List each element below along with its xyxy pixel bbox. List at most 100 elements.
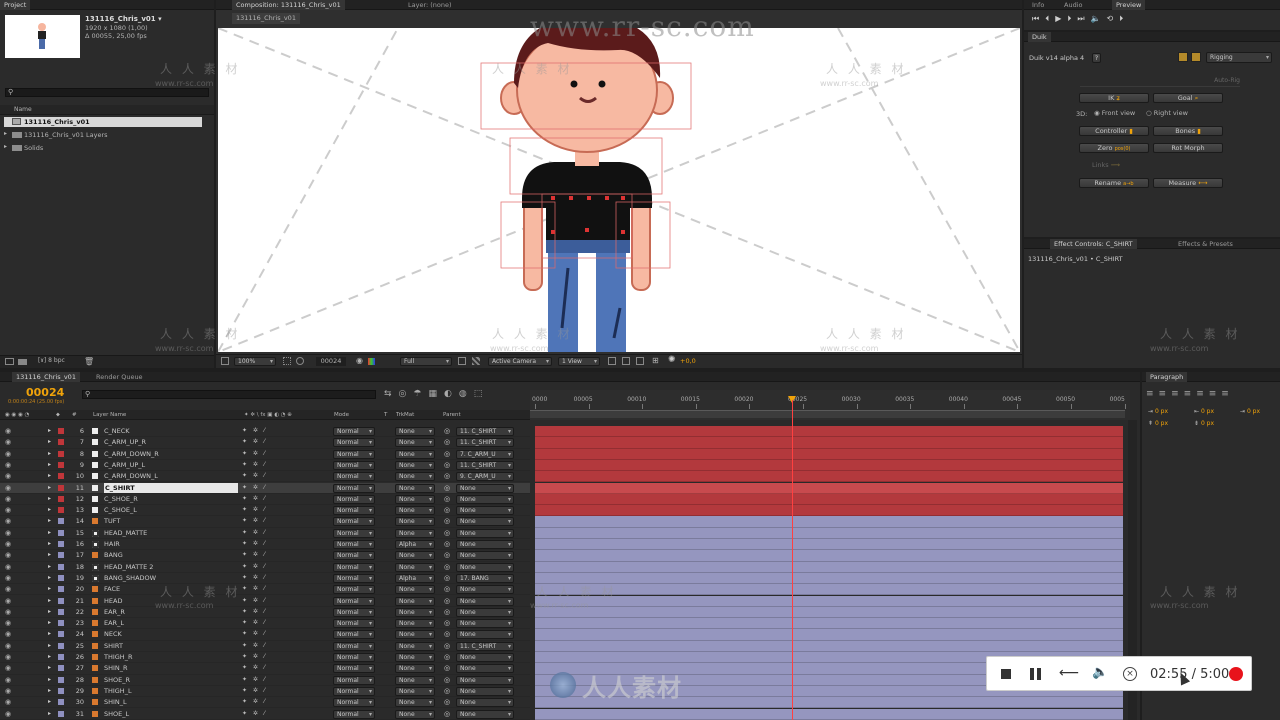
layer-duration-bar[interactable] — [535, 482, 1123, 494]
layer-name[interactable]: EAR_L — [104, 618, 238, 628]
layer-switches[interactable]: ✦ ✲ ⁄ — [242, 460, 267, 470]
label-color-chip[interactable] — [58, 631, 64, 638]
layer-switches[interactable]: ✦ ✲ ⁄ — [242, 449, 267, 459]
layer-switches[interactable]: ✦ ✲ ⁄ — [242, 528, 267, 538]
parent-select[interactable]: None — [456, 494, 514, 504]
layer-duration-bar[interactable] — [535, 629, 1123, 641]
new-folder-icon[interactable] — [18, 359, 27, 365]
trkmat-select[interactable]: None — [395, 427, 435, 436]
layer-name[interactable]: SHIRT — [104, 641, 238, 651]
layer-name[interactable]: NECK — [104, 629, 238, 639]
visibility-eye-icon[interactable]: ◉ — [5, 663, 11, 673]
chevron-right-icon[interactable]: ▸ — [48, 550, 51, 560]
label-color-chip[interactable] — [58, 563, 64, 570]
pickwhip-icon[interactable]: ◎ — [444, 709, 450, 719]
layer-row[interactable]: ◉ ▸ 23 EAR_L ✦ ✲ ⁄ Normal None ◎ None — [0, 618, 530, 630]
mode-select[interactable]: Normal — [333, 472, 375, 482]
last-frame-icon[interactable]: ⏭ — [1077, 14, 1090, 23]
layer-duration-bar[interactable] — [535, 561, 1123, 573]
pickwhip-icon[interactable]: ◎ — [444, 516, 450, 526]
label-color-chip[interactable] — [58, 439, 64, 446]
layer-row[interactable]: ◉ ▸ 10 C_ARM_DOWN_L ✦ ✲ ⁄ Normal None ◎ 9. C_ARM… — [0, 471, 530, 483]
mode-select[interactable]: Normal — [333, 506, 375, 516]
layer-name[interactable]: C_ARM_DOWN_R — [104, 449, 238, 459]
chevron-right-icon[interactable]: ▸ — [48, 607, 51, 617]
pickwhip-icon[interactable]: ◎ — [444, 663, 450, 673]
parent-select[interactable]: None — [456, 551, 514, 561]
time-ruler[interactable]: 0000 00005 00010 00015 00020 00025 00030 00035 0… — [530, 390, 1130, 420]
roi-icon[interactable] — [458, 357, 466, 365]
layer-row[interactable]: ◉ ▸ 6 C_NECK ✦ ✲ ⁄ Normal None ◎ 11. C_SHIRT — [0, 426, 530, 438]
layer-duration-bar[interactable] — [535, 550, 1123, 562]
trkmat-select[interactable]: None — [395, 653, 435, 662]
mode-select[interactable]: Normal — [333, 619, 375, 629]
chevron-right-icon[interactable]: ▸ — [48, 471, 51, 481]
mode-select[interactable]: Normal — [333, 630, 375, 640]
chevron-right-icon[interactable]: ▸ — [48, 629, 51, 639]
mode-select[interactable]: Normal — [333, 585, 375, 595]
layer-name[interactable]: BANG_SHADOW — [104, 573, 238, 583]
layer-switches[interactable]: ✦ ✲ ⁄ — [242, 618, 267, 628]
layer-name[interactable]: C_SHOE_R — [104, 494, 238, 504]
trkmat-select[interactable]: None — [395, 596, 435, 606]
label-color-chip[interactable] — [58, 676, 64, 683]
layer-switches[interactable]: ✦ ✲ ⁄ — [242, 697, 267, 707]
pickwhip-icon[interactable]: ◎ — [444, 629, 450, 639]
pickwhip-icon[interactable]: ◎ — [444, 460, 450, 470]
parent-select[interactable]: None — [456, 585, 514, 595]
layer-duration-bar[interactable] — [535, 459, 1123, 472]
layer-switches[interactable]: ✦ ✲ ⁄ — [242, 562, 267, 572]
visibility-eye-icon[interactable]: ◉ — [5, 607, 11, 617]
layer-name[interactable]: C_NECK — [104, 426, 238, 436]
chevron-right-icon[interactable]: ▸ — [48, 562, 51, 572]
pickwhip-icon[interactable]: ◎ — [444, 675, 450, 685]
trkmat-select[interactable]: None — [395, 483, 435, 493]
layer-search-input[interactable]: ⚲ — [82, 390, 376, 399]
project-item-solids-folder[interactable]: ▸ Solids — [4, 143, 202, 153]
parent-select[interactable]: None — [456, 506, 514, 516]
mode-select[interactable]: Normal — [333, 607, 375, 617]
parent-select[interactable]: 11. C_SHIRT — [456, 460, 514, 470]
justify-all-icon[interactable]: ≡ — [1221, 389, 1234, 399]
mode-select[interactable]: Normal — [333, 675, 375, 685]
parent-select[interactable]: 11. C_SHIRT — [456, 438, 514, 448]
visibility-eye-icon[interactable]: ◉ — [5, 573, 11, 583]
visibility-eye-icon[interactable]: ◉ — [5, 629, 11, 639]
parent-select[interactable]: None — [456, 517, 514, 527]
pause-button[interactable] — [1030, 668, 1034, 680]
autorig-button[interactable]: Auto-Rig — [1080, 77, 1240, 87]
pickwhip-icon[interactable]: ◎ — [444, 483, 450, 493]
layer-name[interactable]: SHOE_L — [104, 709, 238, 719]
visibility-eye-icon[interactable]: ◉ — [5, 675, 11, 685]
zoom-select[interactable]: 100% — [234, 357, 276, 366]
visibility-eye-icon[interactable]: ◉ — [5, 584, 11, 594]
zero-button[interactable]: Zero pos(0) — [1079, 143, 1149, 153]
motion-blur-icon[interactable]: ◐ — [444, 389, 459, 399]
visibility-eye-icon[interactable]: ◉ — [5, 449, 11, 459]
tab-audio[interactable]: Audio — [1060, 0, 1086, 10]
parent-select[interactable]: None — [456, 653, 514, 662]
indent-left-field[interactable]: ⇥ 0 px — [1148, 408, 1168, 415]
parent-select[interactable]: None — [456, 540, 514, 549]
shy-icon[interactable]: ☂ — [413, 389, 428, 399]
layer-row[interactable]: ◉ ▸ 14 TUFT ✦ ✲ ⁄ Normal None ◎ None — [0, 516, 530, 528]
layer-row[interactable]: ◉ ▸ 25 SHIRT ✦ ✲ ⁄ Normal None ◎ 11. C_SHIRT — [0, 641, 530, 652]
mode-select[interactable]: Normal — [333, 709, 375, 719]
layer-duration-bar[interactable] — [535, 516, 1123, 528]
tab-effects-presets[interactable]: Effects & Presets — [1174, 239, 1237, 249]
draft-3d-icon[interactable]: ◎ — [399, 389, 414, 399]
layer-switches[interactable]: ✦ ✲ ⁄ — [242, 539, 267, 549]
chevron-right-icon[interactable]: ▸ — [48, 505, 51, 515]
mode-select[interactable]: Normal — [333, 698, 375, 708]
transparency-grid-icon[interactable] — [472, 357, 480, 365]
first-frame-icon[interactable]: ⏮ — [1032, 14, 1045, 23]
mode-select[interactable]: Normal — [333, 540, 375, 549]
label-color-chip[interactable] — [58, 428, 64, 434]
prev-frame-icon[interactable]: ⏴ — [1045, 14, 1055, 23]
layer-name[interactable]: SHIN_R — [104, 663, 238, 673]
color-icon[interactable] — [368, 358, 375, 365]
mode-select[interactable]: Normal — [333, 641, 375, 651]
layer-name[interactable]: TUFT — [104, 516, 238, 526]
parent-select[interactable]: None — [456, 686, 514, 696]
layer-row[interactable]: ◉ ▸ 13 C_SHOE_L ✦ ✲ ⁄ Normal None ◎ None — [0, 505, 530, 517]
